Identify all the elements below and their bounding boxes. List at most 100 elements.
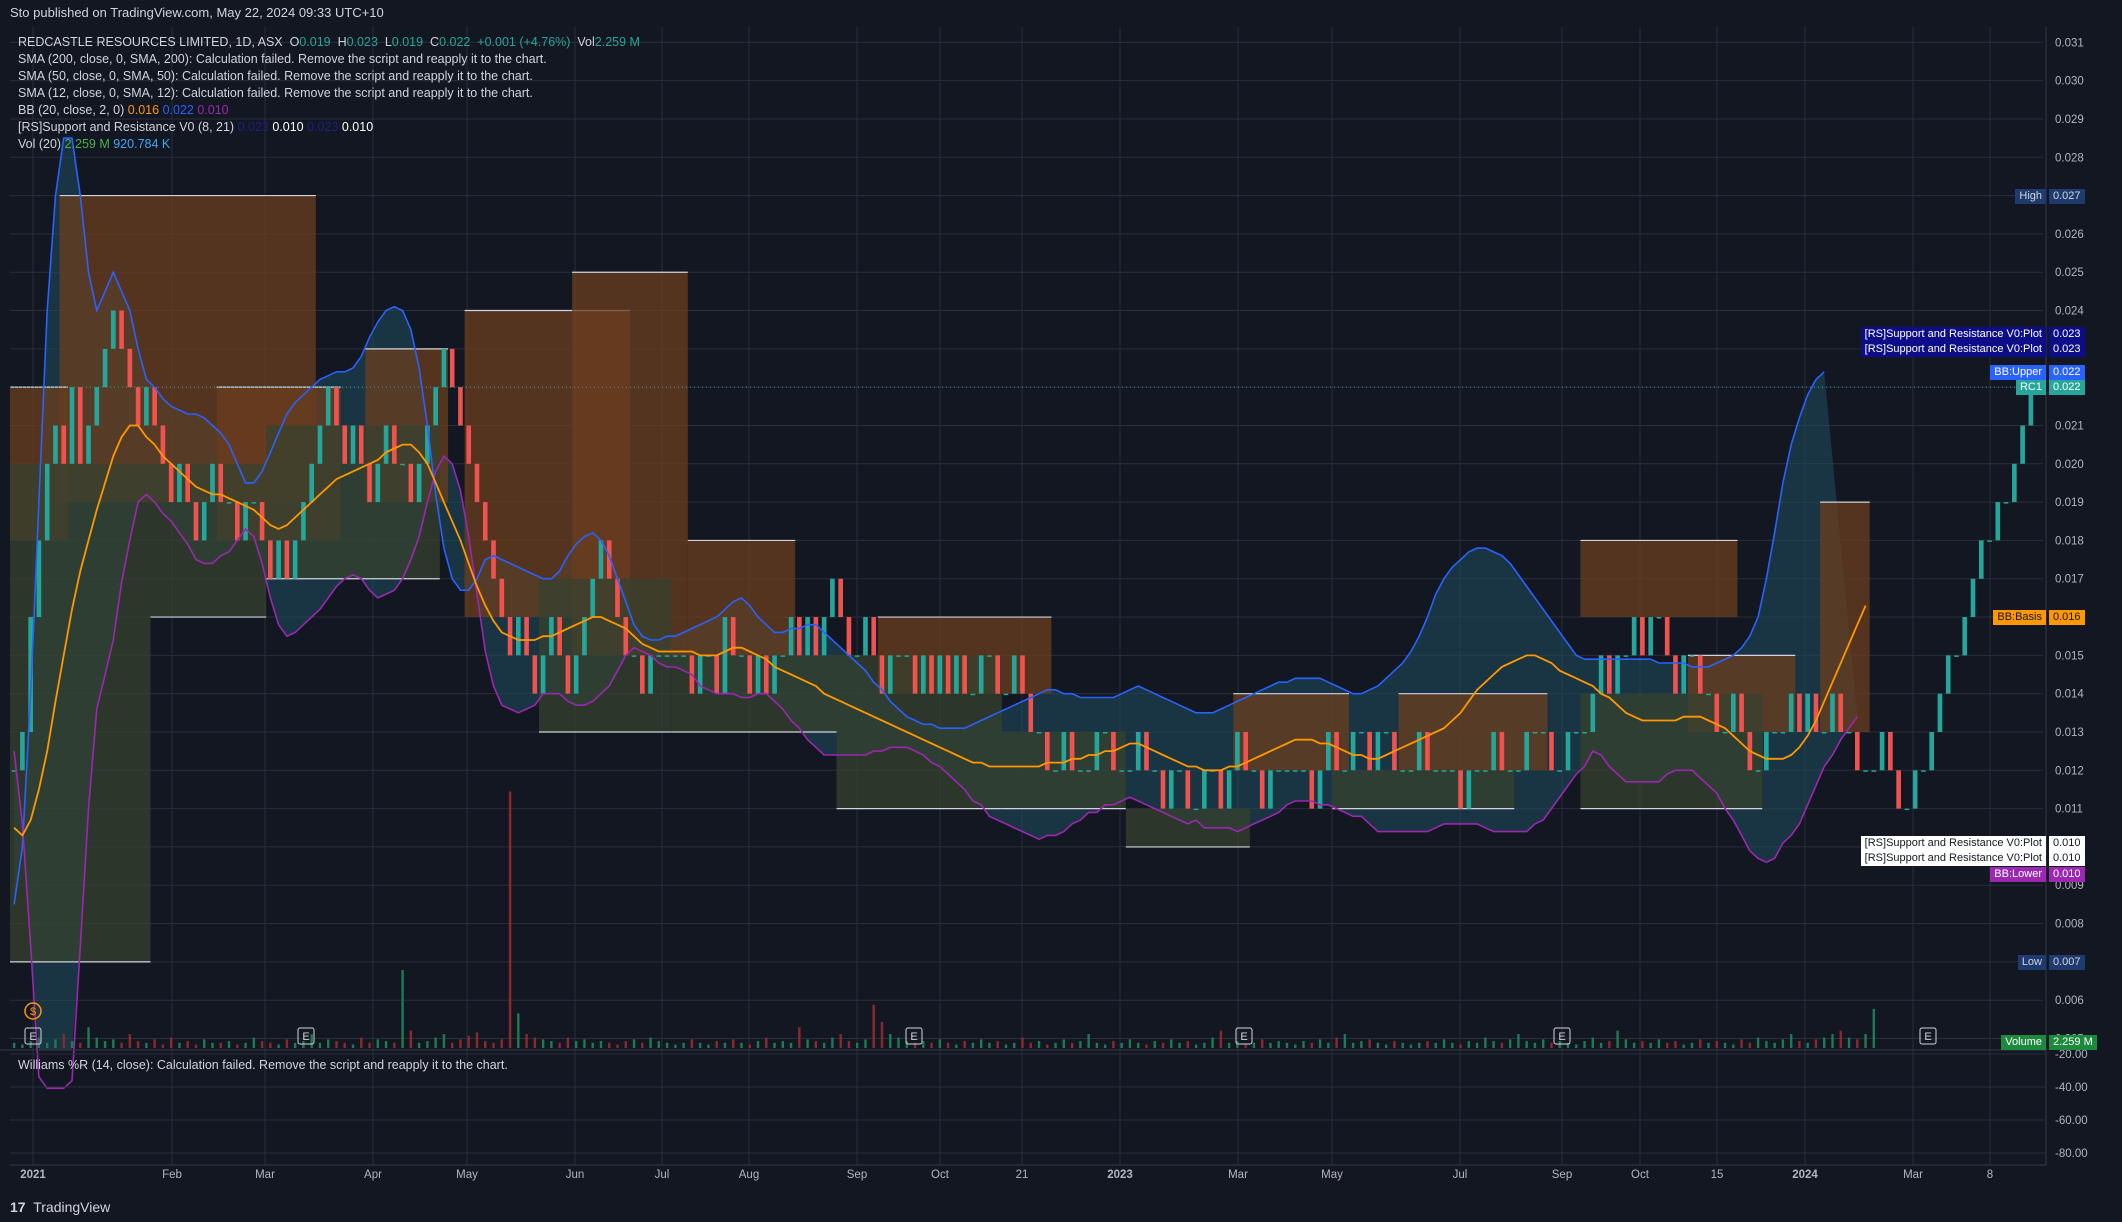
candle bbox=[127, 348, 133, 388]
candle bbox=[697, 655, 703, 694]
legend-sma200: SMA (200, close, 0, SMA, 200): Calculati… bbox=[18, 52, 547, 66]
candle bbox=[392, 425, 397, 464]
price-tick-label: 0.025 bbox=[2055, 267, 2084, 279]
candle bbox=[358, 425, 364, 464]
volume-bar bbox=[1029, 1042, 1032, 1048]
price-tag-label: [RS]Support and Resistance V0:Plot bbox=[1860, 341, 2046, 357]
volume-bar bbox=[285, 1039, 289, 1048]
volume-bar bbox=[21, 1044, 24, 1048]
candle bbox=[1003, 693, 1009, 696]
candle bbox=[375, 463, 381, 503]
earnings-marker-label: E bbox=[910, 1031, 917, 1043]
price-tag-value: 0.022 bbox=[2049, 364, 2085, 380]
candle bbox=[1689, 655, 1695, 657]
candle bbox=[1408, 770, 1414, 772]
candle bbox=[1904, 808, 1910, 811]
time-tick-label: Sep bbox=[847, 1169, 867, 1181]
candle bbox=[1573, 731, 1579, 734]
price-tag-label: BB:Lower bbox=[1990, 866, 2046, 882]
volume-bar bbox=[1798, 1041, 1801, 1048]
volume-bar bbox=[682, 1042, 685, 1048]
legend-vol20: Vol (20) 2.259 M 920.784 K bbox=[18, 137, 171, 151]
candle bbox=[1838, 693, 1844, 732]
candle bbox=[987, 655, 992, 657]
candle bbox=[1764, 731, 1769, 771]
candle bbox=[474, 463, 480, 503]
volume-bar bbox=[484, 1041, 487, 1048]
volume-bar bbox=[186, 1041, 189, 1048]
volume-bar bbox=[608, 1042, 611, 1048]
volume-bar bbox=[442, 1034, 446, 1048]
candle bbox=[995, 655, 1001, 694]
candle bbox=[292, 540, 298, 579]
volume-bar bbox=[1591, 1037, 1595, 1048]
brand-name: TradingView bbox=[33, 1199, 111, 1215]
candle bbox=[1590, 693, 1596, 732]
volume-bar bbox=[178, 1042, 181, 1048]
candle bbox=[1623, 655, 1629, 657]
williams-tick-label: -40.00 bbox=[2055, 1082, 2088, 1094]
earnings-marker-label: E bbox=[1558, 1031, 1565, 1043]
volume-bar bbox=[128, 1034, 132, 1048]
volume-bar bbox=[1872, 1008, 1876, 1048]
candle bbox=[1127, 770, 1133, 772]
price-tag-label: [RS]Support and Resistance V0:Plot bbox=[1860, 326, 2046, 342]
volume-bar bbox=[1459, 1044, 1462, 1048]
candle bbox=[466, 425, 472, 464]
candle bbox=[342, 425, 348, 464]
candle bbox=[863, 617, 868, 656]
open-value: 0.019 bbox=[299, 35, 331, 49]
volume-bar bbox=[475, 1032, 479, 1048]
candle bbox=[532, 655, 538, 694]
candle bbox=[2012, 463, 2017, 503]
candle bbox=[482, 502, 488, 541]
volume-bar bbox=[459, 1039, 462, 1048]
candle bbox=[1830, 693, 1835, 732]
volume-bar bbox=[541, 1039, 545, 1048]
candle bbox=[1202, 770, 1207, 809]
price-tick-label: 0.012 bbox=[2055, 765, 2084, 777]
candle bbox=[1507, 770, 1513, 772]
volume-bar bbox=[806, 1039, 809, 1048]
volume-bar bbox=[897, 1037, 900, 1048]
time-tick-label: 2023 bbox=[1107, 1169, 1133, 1181]
volume-bar bbox=[1120, 1042, 1123, 1048]
candle bbox=[1094, 731, 1100, 771]
volume-bar bbox=[1467, 1041, 1471, 1048]
volume-bar bbox=[492, 1042, 495, 1048]
volume-bar bbox=[1021, 1037, 1024, 1048]
candle bbox=[284, 540, 290, 579]
candle bbox=[673, 655, 678, 657]
volume-bar bbox=[723, 1042, 727, 1048]
price-chart[interactable]: 0.031 0.030 0.029 0.028 0.027 0.026 0.025 0.024… bbox=[0, 0, 2122, 1192]
volume-bar bbox=[1814, 1039, 1818, 1048]
candle bbox=[1788, 693, 1794, 732]
candle bbox=[1218, 770, 1224, 809]
candle bbox=[152, 387, 157, 426]
williams-legend: Williams %R (14, close): Calculation fai… bbox=[18, 1058, 508, 1072]
candle bbox=[772, 655, 777, 694]
volume-bar bbox=[1112, 1041, 1115, 1048]
price-tick-label: 0.014 bbox=[2055, 689, 2084, 701]
candle bbox=[664, 655, 670, 657]
candle bbox=[1102, 731, 1108, 734]
volume-bar bbox=[1740, 1039, 1743, 1048]
candle bbox=[1896, 770, 1901, 809]
volume-bar bbox=[54, 1039, 57, 1048]
volume-bar bbox=[1542, 1039, 1545, 1048]
candle bbox=[1598, 655, 1604, 694]
volume-bar bbox=[690, 1039, 694, 1048]
support-zone bbox=[1332, 770, 1515, 809]
time-tick-label: Mar bbox=[255, 1169, 275, 1181]
candle bbox=[681, 655, 686, 657]
volume-bar bbox=[1616, 1030, 1619, 1048]
volume-bar bbox=[401, 970, 404, 1048]
earnings-marker-label: E bbox=[1924, 1031, 1931, 1043]
candle bbox=[1193, 808, 1199, 811]
candle bbox=[1962, 617, 1968, 656]
candle bbox=[1350, 731, 1356, 771]
candle bbox=[904, 655, 910, 657]
volume-bar bbox=[62, 1034, 65, 1048]
candle bbox=[540, 655, 546, 694]
price-tick-label: 0.026 bbox=[2055, 229, 2084, 241]
